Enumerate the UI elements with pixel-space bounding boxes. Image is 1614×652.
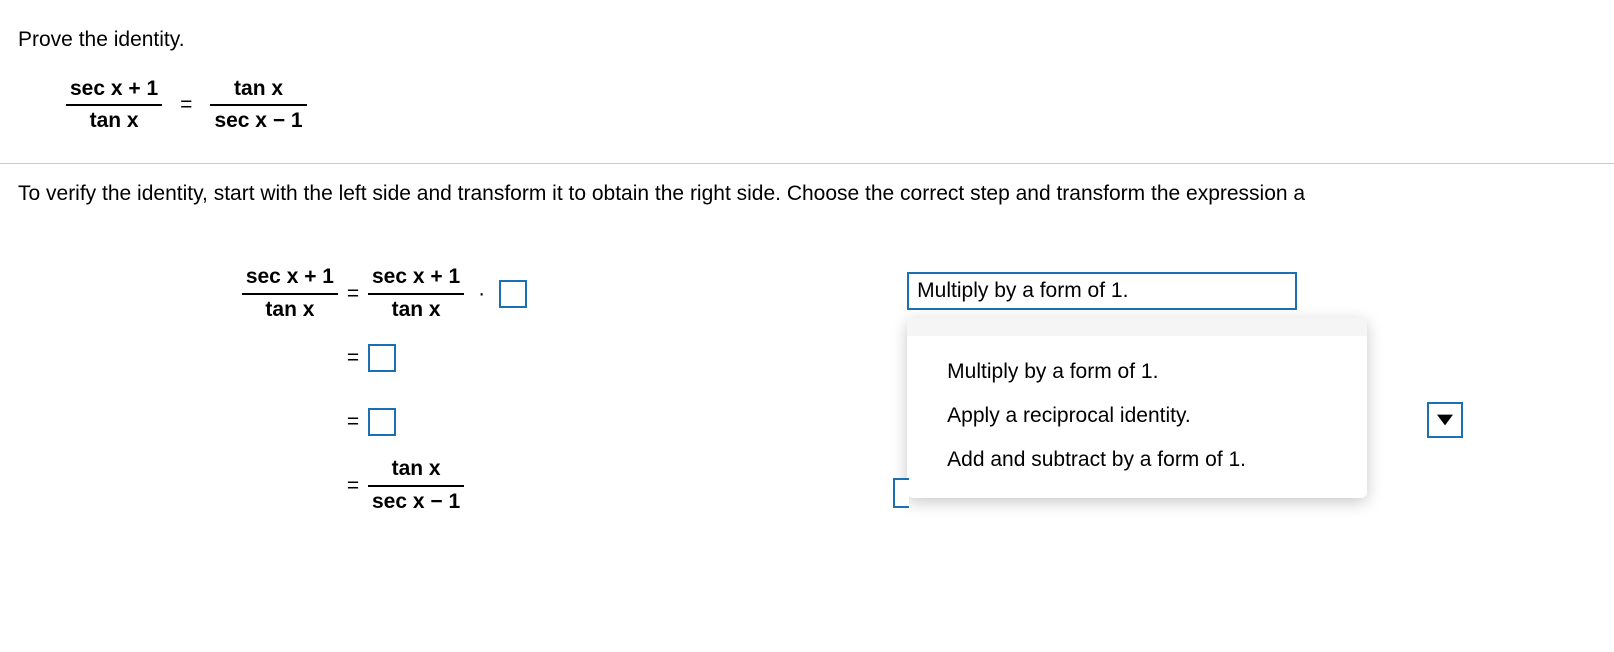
step1-rhs-num: sec x + 1	[368, 264, 464, 292]
chevron-down-icon	[1437, 412, 1453, 428]
step-row-2: =	[218, 326, 527, 390]
identity-right-denominator: sec x − 1	[210, 106, 306, 134]
dropdown-options-panel: Multiply by a form of 1. Apply a recipro…	[907, 318, 1367, 498]
step2-blank[interactable]	[368, 344, 396, 372]
step1-lhs-fraction: sec x + 1 tan x	[242, 264, 338, 323]
dropdown-option-reciprocal[interactable]: Apply a reciprocal identity.	[907, 394, 1367, 438]
final-rhs-fraction: tan x sec x − 1	[368, 456, 464, 515]
step1-rhs-fraction: sec x + 1 tan x	[368, 264, 464, 323]
separator-line	[0, 163, 1614, 164]
step1-lhs-num: sec x + 1	[242, 264, 338, 292]
step1-lhs-den: tan x	[261, 295, 318, 323]
identity-left-denominator: tan x	[86, 106, 143, 134]
equals-sign: =	[338, 410, 368, 434]
panel-header-spacer	[907, 318, 1367, 336]
step-row-1: sec x + 1 tan x = sec x + 1 tan x ·	[218, 262, 527, 326]
identity-equation: sec x + 1 tan x = tan x sec x − 1	[66, 76, 1596, 135]
dropdown-option-addsubtract[interactable]: Add and subtract by a form of 1.	[907, 438, 1367, 482]
step-choice-dropdown: Multiply by a form of 1. Multiply by a f…	[907, 272, 1297, 310]
identity-left-numerator: sec x + 1	[66, 76, 162, 104]
step1-multiplier-blank[interactable]	[499, 280, 527, 308]
equals-sign: =	[338, 282, 368, 306]
identity-right-numerator: tan x	[230, 76, 287, 104]
problem-instruction: Prove the identity.	[18, 28, 1596, 52]
identity-left-fraction: sec x + 1 tan x	[66, 76, 162, 135]
final-rhs-num: tan x	[388, 456, 445, 484]
equals-sign: =	[338, 474, 368, 498]
step1-rhs-den: tan x	[388, 295, 445, 323]
dropdown-toggle-button[interactable]	[1427, 402, 1463, 438]
step3-blank[interactable]	[368, 408, 396, 436]
hidden-field-peek[interactable]	[893, 478, 909, 508]
step-row-4: = tan x sec x − 1	[218, 454, 527, 518]
dropdown-selected-value[interactable]: Multiply by a form of 1.	[907, 272, 1297, 310]
identity-right-fraction: tan x sec x − 1	[210, 76, 306, 135]
proof-steps: sec x + 1 tan x = sec x + 1 tan x · =	[218, 262, 527, 518]
dropdown-option-multiply[interactable]: Multiply by a form of 1.	[907, 350, 1367, 394]
guidance-text: To verify the identity, start with the l…	[18, 182, 1596, 206]
equals-sign: =	[338, 346, 368, 370]
step-row-3: =	[218, 390, 527, 454]
equals-sign: =	[174, 93, 198, 117]
final-rhs-den: sec x − 1	[368, 487, 464, 515]
